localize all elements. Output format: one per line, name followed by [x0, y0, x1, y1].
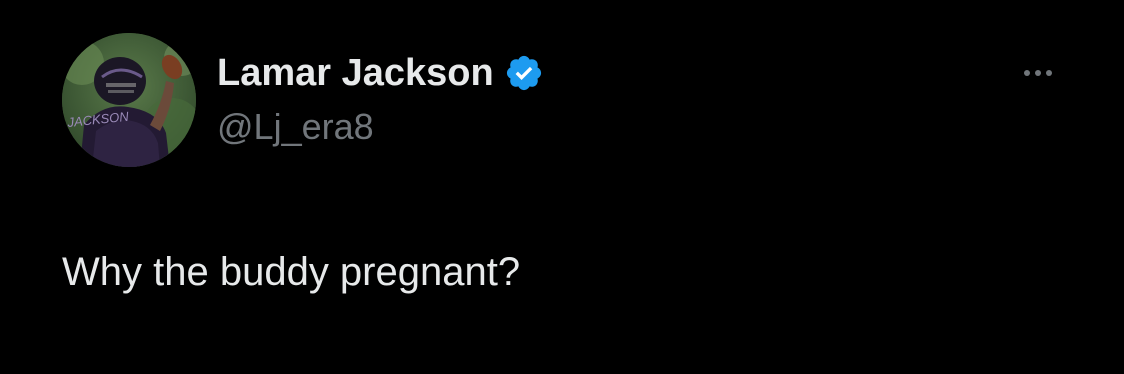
- profile-avatar[interactable]: JACKSON: [62, 33, 196, 167]
- more-options-icon-dot: [1046, 70, 1052, 76]
- avatar-image: JACKSON: [62, 33, 196, 167]
- author-name-row[interactable]: Lamar Jackson: [217, 50, 544, 96]
- more-options-icon: [1024, 70, 1030, 76]
- tweet-text: Why the buddy pregnant?: [62, 250, 521, 294]
- author-display-name[interactable]: Lamar Jackson: [217, 52, 494, 95]
- more-options-icon-dot: [1035, 70, 1041, 76]
- tweet-card: JACKSON Lamar Jackson @Lj_era8 Why the b…: [0, 0, 1124, 374]
- author-handle[interactable]: @Lj_era8: [217, 106, 374, 148]
- verified-badge-icon: [504, 53, 544, 93]
- more-options-button[interactable]: [1012, 58, 1064, 88]
